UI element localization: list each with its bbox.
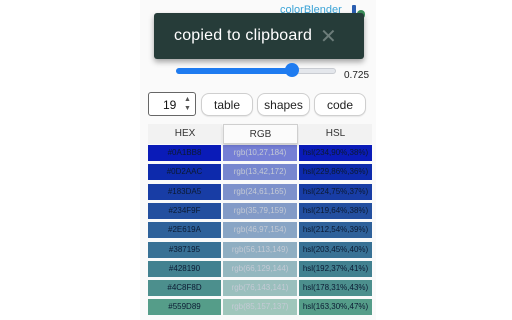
toast-message: copied to clipboard [174,27,313,44]
color-cell-hsl[interactable]: hsl(212,54%,39%) [299,222,372,239]
color-cell-rgb[interactable]: rgb(76,143,141) [223,280,297,297]
slider-value: 0.725 [344,70,370,81]
color-cell-hex[interactable]: #183DA5 [148,183,221,200]
color-cell-hsl[interactable]: hsl(234,90%,38%) [299,145,372,161]
shapes-button[interactable]: shapes [257,93,310,116]
color-cell-rgb[interactable]: rgb(35,79,159) [223,202,297,219]
color-cell-hex[interactable]: #0A1BB8 [148,145,221,161]
color-cell-hsl[interactable]: hsl(229,86%,36%) [299,164,372,181]
close-icon[interactable]: ✕ [320,24,337,49]
steps-stepper[interactable]: 19 ▲ ▼ [148,92,196,116]
slider-fill [176,68,292,74]
color-cell-hsl[interactable]: hsl(178,31%,43%) [299,280,372,297]
color-cell-hsl[interactable]: hsl(224,75%,37%) [299,183,372,200]
column-header-hex[interactable]: HEX [148,124,222,144]
color-cell-hex[interactable]: #387195 [148,241,221,258]
color-cell-rgb[interactable]: rgb(66,129,144) [223,260,297,277]
color-cell-hsl[interactable]: hsl(192,37%,41%) [299,260,372,277]
column-header-hsl[interactable]: HSL [299,124,372,144]
color-cell-rgb[interactable]: rgb(13,42,172) [223,164,297,181]
color-cell-rgb[interactable]: rgb(46,97,154) [223,222,297,239]
color-cell-hsl[interactable]: hsl(163,30%,47%) [299,299,372,316]
color-cell-rgb[interactable]: rgb(10,27,184) [223,145,297,161]
color-cell-hsl[interactable]: hsl(219,64%,38%) [299,202,372,219]
color-cell-hex[interactable]: #559D89 [148,299,221,316]
steps-value: 19 [163,98,177,112]
code-button[interactable]: code [314,93,366,116]
column-header-rgb[interactable]: RGB [223,124,298,144]
table-button[interactable]: table [201,93,253,116]
stepper-arrows-icon[interactable]: ▲ ▼ [183,95,192,113]
slider-thumb[interactable] [285,63,299,77]
blend-slider[interactable] [176,63,338,78]
color-cell-rgb[interactable]: rgb(85,157,137) [223,299,297,316]
color-cell-hex[interactable]: #4C8F8D [148,280,221,297]
color-cell-rgb[interactable]: rgb(24,61,165) [223,183,297,200]
color-cell-hex[interactable]: #428190 [148,260,221,277]
color-cell-hsl[interactable]: hsl(203,45%,40%) [299,241,372,258]
color-cell-hex[interactable]: #0D2AAC [148,164,221,181]
color-cell-hex[interactable]: #2E619A [148,222,221,239]
color-cell-rgb[interactable]: rgb(56,113,149) [223,241,297,258]
clipboard-toast: copied to clipboard ✕ [154,13,364,59]
color-cell-hex[interactable]: #234F9F [148,202,221,219]
